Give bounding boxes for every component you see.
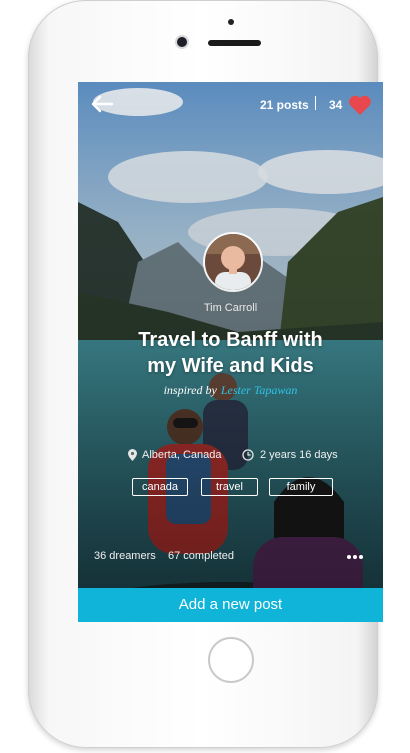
phone-speaker bbox=[208, 40, 261, 46]
dreamers-count[interactable]: 36 dreamers bbox=[94, 550, 156, 562]
duration-text: 2 years 16 days bbox=[260, 449, 338, 461]
clock-icon bbox=[242, 449, 254, 461]
completed-count[interactable]: 67 completed bbox=[168, 550, 234, 562]
tag-travel[interactable]: travel bbox=[201, 478, 258, 496]
location-text: Alberta, Canada bbox=[142, 449, 222, 461]
tag-family[interactable]: family bbox=[269, 478, 333, 496]
phone-front-camera bbox=[177, 37, 187, 47]
tag-canada[interactable]: canada bbox=[132, 478, 188, 496]
top-bar: 21 posts 34 bbox=[78, 82, 383, 126]
dream-screen: 21 posts 34 Tim Carroll Travel to Banff … bbox=[78, 82, 383, 622]
header-divider bbox=[315, 96, 316, 110]
posts-count[interactable]: 21 posts bbox=[260, 98, 309, 112]
author-name[interactable]: Tim Carroll bbox=[78, 302, 383, 314]
author-photo bbox=[205, 234, 261, 290]
inspired-by-name[interactable]: Lester Tapawan bbox=[221, 383, 298, 397]
likes-count: 34 bbox=[329, 98, 343, 112]
location-pin-icon bbox=[128, 449, 137, 461]
inspired-by-prefix: inspired by bbox=[163, 383, 217, 397]
home-button[interactable] bbox=[208, 637, 254, 683]
dream-title: Travel to Banff with my Wife and Kids bbox=[108, 327, 353, 379]
arrow-left-icon[interactable] bbox=[90, 95, 114, 113]
phone-sensor bbox=[228, 19, 234, 25]
add-post-button[interactable]: Add a new post bbox=[78, 588, 383, 622]
dream-title-line-2: my Wife and Kids bbox=[147, 355, 314, 377]
author-avatar[interactable] bbox=[203, 232, 263, 292]
dream-title-line-1: Travel to Banff with bbox=[138, 329, 323, 351]
heart-icon[interactable] bbox=[348, 94, 372, 116]
more-options-icon[interactable] bbox=[346, 552, 364, 562]
phone-frame: 21 posts 34 Tim Carroll Travel to Banff … bbox=[28, 0, 383, 748]
inspired-by: inspired by Lester Tapawan bbox=[78, 383, 383, 398]
